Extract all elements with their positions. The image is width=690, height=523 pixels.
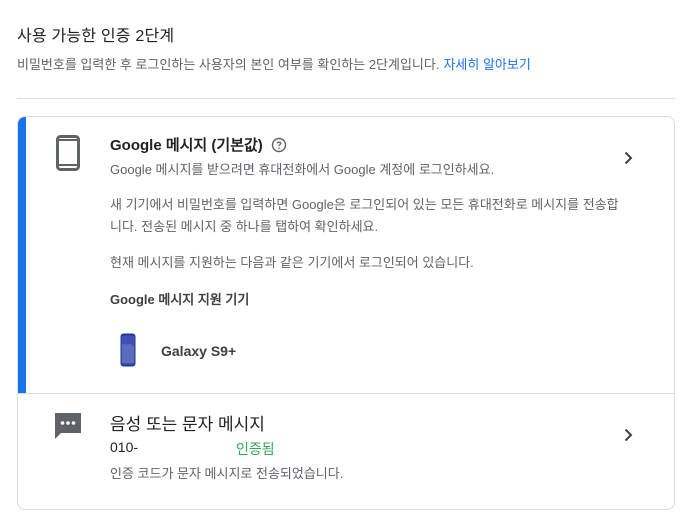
voice-text-title: 음성 또는 문자 메시지 [110,415,265,434]
google-prompt-line3: 현재 메시지를 지원하는 다음과 같은 기기에서 로그인되어 있습니다. [110,255,474,270]
page-description: 비밀번호를 입력한 후 로그인하는 사용자의 본인 여부를 확인하는 2단계입니… [17,54,531,73]
selected-accent-bar [18,117,26,393]
phone-number: 010- [110,439,139,455]
two-step-options-card: Google 메시지 (기본값) Google 메시지를 받으려면 휴대전화에서… [17,116,675,510]
learn-more-link[interactable]: 자세히 알아보기 [443,57,530,72]
message-icon [55,413,81,439]
chevron-right-icon[interactable] [621,151,635,165]
google-prompt-option[interactable]: Google 메시지 (기본값) Google 메시지를 받으려면 휴대전화에서… [18,117,674,394]
page-title: 사용 가능한 인증 2단계 [17,28,175,45]
phone-icon [56,135,80,171]
google-prompt-line1: Google 메시지를 받으려면 휴대전화에서 Google 계정에 로그인하세… [110,162,495,177]
supported-devices-title: Google 메시지 지원 기기 [110,292,250,307]
device-name: Galaxy S9+ [161,343,237,359]
verified-status: 인증됨 [236,441,275,457]
chevron-right-icon[interactable] [621,428,635,442]
google-prompt-title: Google 메시지 (기본값) [110,137,263,154]
help-icon[interactable] [271,137,287,153]
google-prompt-title-row: Google 메시지 (기본값) [110,134,287,155]
description-text: 비밀번호를 입력한 후 로그인하는 사용자의 본인 여부를 확인하는 2단계입니… [17,57,440,72]
divider [17,98,676,99]
google-prompt-line2: 새 기기에서 비밀번호를 입력하면 Google은 로그인되어 있는 모든 휴대… [110,197,619,234]
smartphone-device-icon [120,333,136,367]
voice-text-note: 인증 코드가 문자 메시지로 전송되었습니다. [110,466,344,481]
